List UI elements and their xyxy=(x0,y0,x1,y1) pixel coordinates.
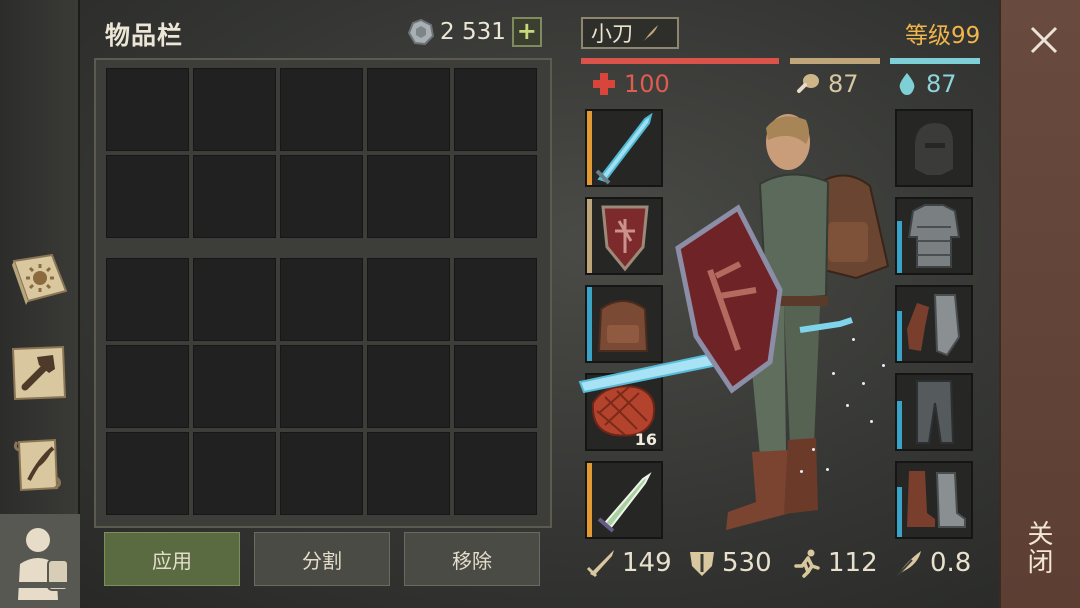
inventory-slot[interactable] xyxy=(106,345,189,428)
tab-crafting-book[interactable] xyxy=(6,246,72,312)
inventory-slot[interactable] xyxy=(280,345,363,428)
snow-particle xyxy=(846,404,849,407)
inventory-grid-top xyxy=(106,68,537,238)
equip-slot-gloves[interactable] xyxy=(895,285,973,363)
character-model xyxy=(578,114,890,530)
coin-balance: 2 531 + xyxy=(408,17,542,47)
water-stat: 87 xyxy=(896,70,957,98)
health-bar xyxy=(581,58,779,64)
weight-feather-icon xyxy=(897,551,921,576)
snow-particle xyxy=(870,420,873,423)
inventory-slot[interactable] xyxy=(106,432,189,515)
inventory-slot[interactable] xyxy=(367,432,450,515)
snow-particle xyxy=(832,372,835,375)
speed-stat: 112 xyxy=(792,548,878,578)
inventory-slot[interactable] xyxy=(193,345,276,428)
running-icon xyxy=(794,549,820,578)
weight-value: 0.8 xyxy=(930,548,972,578)
attack-value: 149 xyxy=(622,548,672,578)
tab-recipes[interactable] xyxy=(6,432,72,498)
water-drop-icon xyxy=(899,73,915,95)
inventory-slot[interactable] xyxy=(367,68,450,151)
inventory-slot[interactable] xyxy=(454,68,537,151)
inventory-slot[interactable] xyxy=(367,155,450,238)
inventory-slot[interactable] xyxy=(193,432,276,515)
inventory-slot[interactable] xyxy=(106,258,189,341)
inventory-slot[interactable] xyxy=(106,155,189,238)
inventory-slot[interactable] xyxy=(193,68,276,151)
inventory-slot[interactable] xyxy=(454,432,537,515)
equip-slot-helmet[interactable] xyxy=(895,109,973,187)
inventory-grid-bottom xyxy=(106,258,537,515)
water-bar xyxy=(890,58,980,64)
tab-build[interactable] xyxy=(6,340,72,406)
inventory-title: 物品栏 xyxy=(105,21,184,50)
snow-particle xyxy=(826,468,829,471)
inventory-slot[interactable] xyxy=(193,258,276,341)
inventory-slot[interactable] xyxy=(367,258,450,341)
health-cross-icon xyxy=(593,73,615,95)
attack-stat: 149 xyxy=(586,548,672,578)
inventory-slot[interactable] xyxy=(280,432,363,515)
inventory-slot[interactable] xyxy=(280,68,363,151)
character-backpack-icon xyxy=(12,528,69,600)
add-coins-button[interactable]: + xyxy=(511,17,542,47)
close-icon[interactable] xyxy=(1024,20,1064,60)
tab-character[interactable] xyxy=(0,514,80,608)
snow-particle xyxy=(862,382,865,385)
speed-value: 112 xyxy=(828,548,878,578)
leggings-icon xyxy=(916,380,955,444)
inventory-slot[interactable] xyxy=(454,345,537,428)
inventory-slot[interactable] xyxy=(280,155,363,238)
inventory-slot[interactable] xyxy=(367,345,450,428)
sun-book-icon xyxy=(12,253,68,305)
remove-button[interactable]: 移除 xyxy=(404,532,540,586)
inventory-panel xyxy=(94,58,552,528)
boots-icon xyxy=(907,471,966,528)
drumstick-icon xyxy=(797,74,819,93)
close-panel[interactable] xyxy=(999,0,1080,608)
health-value: 100 xyxy=(624,70,670,98)
split-button[interactable]: 分割 xyxy=(254,532,390,586)
inventory-slot[interactable] xyxy=(280,258,363,341)
coin-amount: 2 531 xyxy=(440,19,506,45)
equipped-weapon-name: 小刀 xyxy=(581,17,679,49)
chainmail-icon xyxy=(907,204,961,268)
scroll-quill-icon xyxy=(13,438,62,492)
weapon-name-label: 小刀 xyxy=(591,22,633,46)
equip-slot-boots[interactable] xyxy=(895,461,973,539)
feather-icon xyxy=(644,25,658,41)
food-value: 87 xyxy=(828,70,859,98)
water-value: 87 xyxy=(926,70,957,98)
helmet-icon xyxy=(915,123,953,175)
close-label[interactable]: 关闭 xyxy=(1020,520,1057,576)
snow-particle xyxy=(882,364,885,367)
inventory-slot[interactable] xyxy=(106,68,189,151)
gloves-icon xyxy=(907,294,961,357)
inventory-slot[interactable] xyxy=(454,258,537,341)
equip-slot-leggings[interactable] xyxy=(895,373,973,451)
food-stat: 87 xyxy=(796,70,859,98)
weight-stat: 0.8 xyxy=(894,548,971,578)
defense-shield-icon xyxy=(690,552,714,576)
snow-particle xyxy=(852,338,855,341)
food-bar xyxy=(790,58,880,64)
snow-particle xyxy=(812,448,815,451)
inventory-slot[interactable] xyxy=(454,155,537,238)
defense-stat: 530 xyxy=(688,548,772,578)
defense-value: 530 xyxy=(722,548,772,578)
coin-icon xyxy=(408,19,434,45)
health-stat: 100 xyxy=(592,70,670,98)
snow-particle xyxy=(800,470,803,473)
equip-slot-body-armor[interactable] xyxy=(895,197,973,275)
character-level: 等级99 xyxy=(905,23,981,49)
hammer-icon xyxy=(11,345,67,401)
attack-icon xyxy=(586,550,614,578)
inventory-slot[interactable] xyxy=(193,155,276,238)
apply-button[interactable]: 应用 xyxy=(104,532,240,586)
